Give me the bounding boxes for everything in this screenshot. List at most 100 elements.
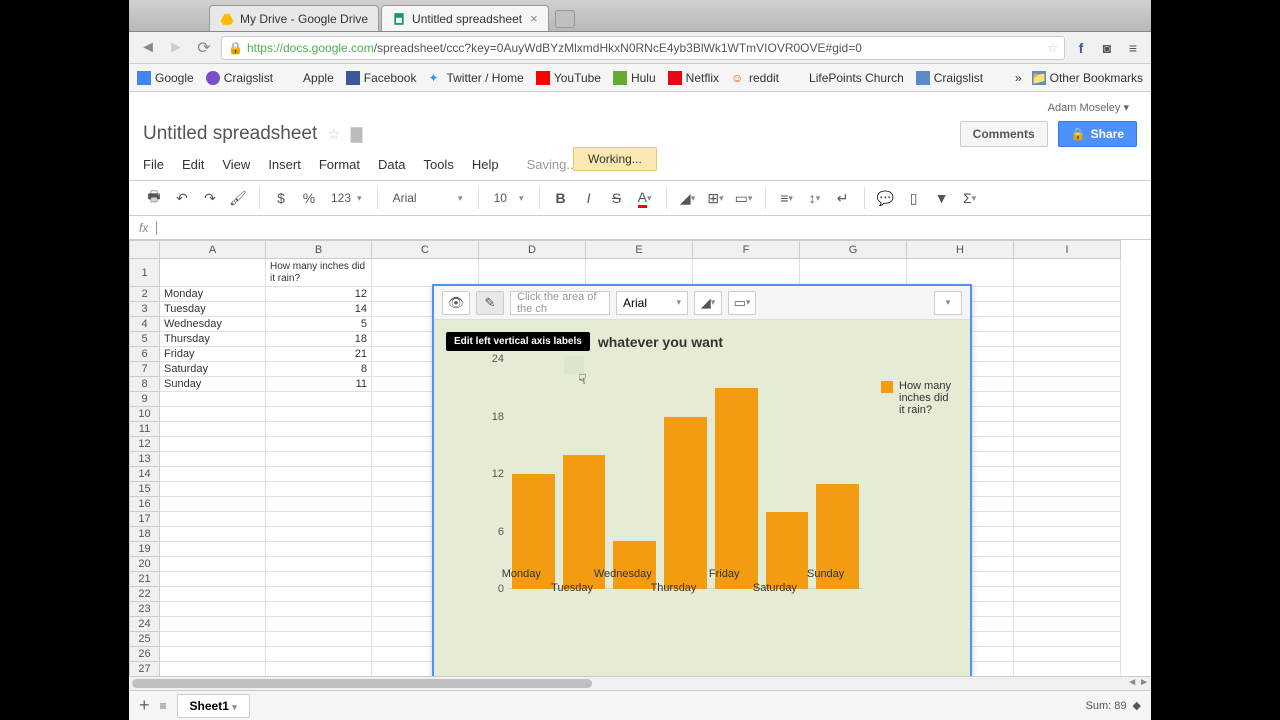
sheet-tab[interactable]: Sheet1 ▾ bbox=[177, 694, 250, 718]
cell-I9[interactable] bbox=[1014, 392, 1121, 407]
folder-icon[interactable]: ▇ bbox=[351, 125, 363, 143]
cell-A27[interactable] bbox=[160, 662, 266, 677]
row-header-1[interactable]: 1 bbox=[130, 259, 160, 287]
cell-I19[interactable] bbox=[1014, 542, 1121, 557]
cell-I16[interactable] bbox=[1014, 497, 1121, 512]
row-header-26[interactable]: 26 bbox=[130, 647, 160, 662]
cell-B20[interactable] bbox=[266, 557, 372, 572]
row-header-11[interactable]: 11 bbox=[130, 422, 160, 437]
row-header-24[interactable]: 24 bbox=[130, 617, 160, 632]
scroll-right-icon[interactable]: ► bbox=[1139, 677, 1149, 688]
cell-A22[interactable] bbox=[160, 587, 266, 602]
cell-A19[interactable] bbox=[160, 542, 266, 557]
functions-icon[interactable]: Σ▾ bbox=[959, 187, 981, 209]
bookmark-youtube[interactable]: YouTube bbox=[536, 71, 601, 85]
cell-I11[interactable] bbox=[1014, 422, 1121, 437]
star-doc-icon[interactable]: ☆ bbox=[327, 125, 340, 143]
new-tab-button[interactable] bbox=[555, 10, 575, 28]
col-header-H[interactable]: H bbox=[907, 241, 1014, 259]
scroll-left-icon[interactable]: ◄ bbox=[1127, 677, 1137, 688]
menu-icon[interactable]: ≡ bbox=[1123, 38, 1143, 58]
cell-H1[interactable] bbox=[907, 259, 1014, 287]
row-header-4[interactable]: 4 bbox=[130, 317, 160, 332]
cell-B8[interactable]: 11 bbox=[266, 377, 372, 392]
cell-B12[interactable] bbox=[266, 437, 372, 452]
bar-Thursday[interactable] bbox=[664, 417, 707, 590]
bar-Friday[interactable] bbox=[715, 388, 758, 589]
cell-B25[interactable] bbox=[266, 632, 372, 647]
menu-data[interactable]: Data bbox=[378, 157, 405, 172]
row-header-20[interactable]: 20 bbox=[130, 557, 160, 572]
cell-B18[interactable] bbox=[266, 527, 372, 542]
cell-B13[interactable] bbox=[266, 452, 372, 467]
cell-A8[interactable]: Sunday bbox=[160, 377, 266, 392]
star-icon[interactable]: ☆ bbox=[1047, 41, 1058, 55]
cell-I24[interactable] bbox=[1014, 617, 1121, 632]
row-header-9[interactable]: 9 bbox=[130, 392, 160, 407]
cell-I23[interactable] bbox=[1014, 602, 1121, 617]
row-header-22[interactable]: 22 bbox=[130, 587, 160, 602]
cell-A9[interactable] bbox=[160, 392, 266, 407]
row-header-23[interactable]: 23 bbox=[130, 602, 160, 617]
cell-A16[interactable] bbox=[160, 497, 266, 512]
chart-edit-icon[interactable]: ✎ bbox=[476, 291, 504, 315]
bold-icon[interactable]: B bbox=[550, 187, 572, 209]
cell-B26[interactable] bbox=[266, 647, 372, 662]
bookmark-twitter[interactable]: ✦Twitter / Home bbox=[428, 71, 523, 85]
cell-I14[interactable] bbox=[1014, 467, 1121, 482]
row-header-19[interactable]: 19 bbox=[130, 542, 160, 557]
cell-I8[interactable] bbox=[1014, 377, 1121, 392]
row-header-25[interactable]: 25 bbox=[130, 632, 160, 647]
formula-bar[interactable]: fx bbox=[129, 216, 1151, 240]
col-header-I[interactable]: I bbox=[1014, 241, 1121, 259]
cell-B23[interactable] bbox=[266, 602, 372, 617]
cell-A23[interactable] bbox=[160, 602, 266, 617]
cell-A6[interactable]: Friday bbox=[160, 347, 266, 362]
status-sum[interactable]: Sum: 89 bbox=[1086, 700, 1127, 712]
col-header-C[interactable]: C bbox=[372, 241, 479, 259]
cell-F1[interactable] bbox=[693, 259, 800, 287]
chart-icon[interactable]: ▯ bbox=[903, 187, 925, 209]
chart-body[interactable]: Edit left vertical axis labels whatever … bbox=[434, 320, 970, 676]
fill-color-icon[interactable]: ◢▾ bbox=[677, 187, 699, 209]
cell-A20[interactable] bbox=[160, 557, 266, 572]
chart-layout-icon[interactable]: ▭▾ bbox=[728, 291, 756, 315]
chart-font-select[interactable]: Arial▾ bbox=[616, 291, 688, 315]
row-header-8[interactable]: 8 bbox=[130, 377, 160, 392]
chart-plot[interactable]: ☟ 06121824 bbox=[508, 359, 863, 589]
cell-B15[interactable] bbox=[266, 482, 372, 497]
other-bookmarks[interactable]: 📁Other Bookmarks bbox=[1032, 71, 1143, 85]
chart-menu-icon[interactable]: ▾ bbox=[934, 291, 962, 315]
cell-I12[interactable] bbox=[1014, 437, 1121, 452]
url-input[interactable]: 🔒 https://docs.google.com/spreadsheet/cc… bbox=[221, 36, 1065, 60]
cell-I6[interactable] bbox=[1014, 347, 1121, 362]
chart-view-icon[interactable]: 👁 bbox=[442, 291, 470, 315]
reload-button[interactable]: ⟳ bbox=[193, 37, 215, 59]
instagram-ext-icon[interactable]: ◙ bbox=[1097, 38, 1117, 58]
cell-I4[interactable] bbox=[1014, 317, 1121, 332]
cell-I27[interactable] bbox=[1014, 662, 1121, 677]
cell-A15[interactable] bbox=[160, 482, 266, 497]
col-header-D[interactable]: D bbox=[479, 241, 586, 259]
cell-B19[interactable] bbox=[266, 542, 372, 557]
row-header-5[interactable]: 5 bbox=[130, 332, 160, 347]
doc-title[interactable]: Untitled spreadsheet bbox=[143, 123, 317, 145]
cell-A7[interactable]: Saturday bbox=[160, 362, 266, 377]
currency-icon[interactable]: $ bbox=[270, 187, 292, 209]
menu-format[interactable]: Format bbox=[319, 157, 360, 172]
cell-A26[interactable] bbox=[160, 647, 266, 662]
cell-E1[interactable] bbox=[586, 259, 693, 287]
bookmark-reddit[interactable]: ☺reddit bbox=[731, 71, 779, 85]
cell-B17[interactable] bbox=[266, 512, 372, 527]
row-header-21[interactable]: 21 bbox=[130, 572, 160, 587]
row-header-3[interactable]: 3 bbox=[130, 302, 160, 317]
merge-icon[interactable]: ▭▾ bbox=[733, 187, 755, 209]
back-button[interactable]: ◄ bbox=[137, 37, 159, 59]
cell-I25[interactable] bbox=[1014, 632, 1121, 647]
cell-I13[interactable] bbox=[1014, 452, 1121, 467]
cell-A4[interactable]: Wednesday bbox=[160, 317, 266, 332]
row-header-27[interactable]: 27 bbox=[130, 662, 160, 677]
col-header-E[interactable]: E bbox=[586, 241, 693, 259]
tab-spreadsheet[interactable]: Untitled spreadsheet × bbox=[381, 5, 549, 31]
user-menu[interactable]: Adam Moseley ▾ bbox=[1048, 101, 1129, 114]
